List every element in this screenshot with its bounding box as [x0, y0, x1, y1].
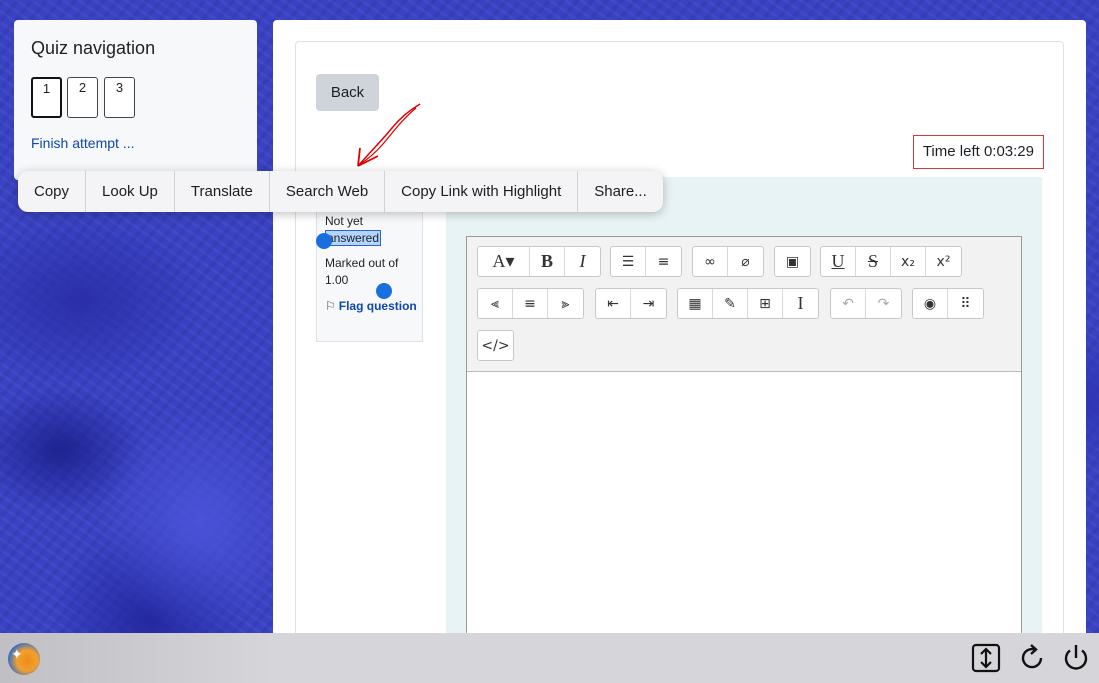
- menu-item-look-up[interactable]: Look Up: [86, 171, 175, 212]
- annotation-arrow-icon: [357, 103, 421, 167]
- status-text-selected: answered: [325, 230, 382, 246]
- toolbar-group-indent: ⇤ ⇥: [595, 288, 667, 319]
- editor-content-area[interactable]: [467, 373, 1021, 655]
- toolbar-group-history: ↶ ↷: [830, 288, 902, 319]
- resize-icon[interactable]: [971, 643, 1001, 673]
- editor-toolbar: A▾ B I ☰ ≡ ∞ ⌀ ▣ U S x₂ x² ⫷ ≡ ⫸ ⇤ ⇥ ▦ ✎…: [467, 237, 1021, 372]
- question-info: Not yet answered Marked out of 1.00 ⚐ Fla…: [316, 192, 423, 342]
- unordered-list-icon[interactable]: ☰: [611, 247, 646, 276]
- edit-icon[interactable]: ✎: [713, 289, 748, 318]
- question-formulation: A▾ B I ☰ ≡ ∞ ⌀ ▣ U S x₂ x² ⫷ ≡ ⫸ ⇤ ⇥ ▦ ✎…: [446, 177, 1042, 656]
- link-icon[interactable]: ∞: [693, 247, 728, 276]
- selection-start-handle[interactable]: [316, 233, 332, 249]
- reload-icon[interactable]: [1017, 643, 1047, 673]
- marked-out-of: Marked out of 1.00: [325, 256, 399, 287]
- toolbar-group-links: ∞ ⌀: [692, 246, 764, 277]
- toolbar-group-align: ⫷ ≡ ⫸: [477, 288, 584, 319]
- font-size-icon[interactable]: A▾: [478, 247, 530, 276]
- power-icon[interactable]: [1061, 643, 1091, 673]
- outdent-icon[interactable]: ⇤: [596, 289, 631, 318]
- toolbar-group-lists: ☰ ≡: [610, 246, 682, 277]
- toolbar-group-insert: ▦ ✎ ⊞ I: [677, 288, 819, 319]
- underline-icon[interactable]: U: [821, 247, 856, 276]
- superscript-icon[interactable]: x²: [926, 247, 961, 276]
- menu-item-copy[interactable]: Copy: [18, 171, 87, 212]
- align-left-icon[interactable]: ⫷: [478, 289, 513, 318]
- question-1-button[interactable]: 1: [31, 77, 62, 118]
- menu-item-translate[interactable]: Translate: [175, 171, 270, 212]
- indent-icon[interactable]: ⇥: [631, 289, 666, 318]
- undo-icon[interactable]: ↶: [831, 289, 866, 318]
- table-icon[interactable]: ⊞: [748, 289, 783, 318]
- flag-question-link[interactable]: ⚐ Flag question: [325, 298, 417, 315]
- text-selection-context-menu: Copy Look Up Translate Search Web Copy L…: [18, 171, 663, 212]
- toolbar-group-media: ▣: [774, 246, 811, 277]
- finish-attempt-link[interactable]: Finish attempt ...: [31, 135, 134, 151]
- timer: Time left 0:03:29: [912, 135, 1044, 169]
- subscript-icon[interactable]: x₂: [891, 247, 926, 276]
- flag-question-label: Flag question: [338, 299, 417, 313]
- calculator-icon[interactable]: ▦: [678, 289, 713, 318]
- strikethrough-icon[interactable]: S: [856, 247, 891, 276]
- menu-item-share[interactable]: Share...: [578, 171, 663, 212]
- question-2-button[interactable]: 2: [67, 77, 98, 118]
- bold-icon[interactable]: B: [530, 247, 565, 276]
- image-icon[interactable]: ▣: [775, 247, 810, 276]
- question-status: Not yet answered: [325, 213, 382, 247]
- align-center-icon[interactable]: ≡: [513, 289, 548, 318]
- toolbar-group-html: </>: [477, 330, 514, 361]
- rich-text-editor: A▾ B I ☰ ≡ ∞ ⌀ ▣ U S x₂ x² ⫷ ≡ ⫸ ⇤ ⇥ ▦ ✎…: [466, 236, 1022, 656]
- redo-icon[interactable]: ↷: [866, 289, 901, 318]
- question-3-button[interactable]: 3: [104, 77, 135, 118]
- menu-item-search-web[interactable]: Search Web: [270, 171, 386, 212]
- ordered-list-icon[interactable]: ≡: [646, 247, 681, 276]
- selection-end-handle[interactable]: [376, 283, 392, 299]
- cursor-icon[interactable]: I: [783, 289, 818, 318]
- unlink-icon[interactable]: ⌀: [728, 247, 763, 276]
- accessibility-icon[interactable]: ◉: [913, 289, 948, 318]
- menu-item-copy-link-with-highlight[interactable]: Copy Link with Highlight: [385, 171, 579, 212]
- quiz-navigation-block: Quiz navigation 1 2 3 Finish attempt ...: [14, 20, 257, 180]
- italic-icon[interactable]: I: [565, 247, 600, 276]
- braille-icon[interactable]: ⠿: [948, 289, 983, 318]
- quiz-navigation-title: Quiz navigation: [31, 38, 156, 58]
- align-right-icon[interactable]: ⫸: [548, 289, 583, 318]
- app-logo-icon[interactable]: ✦: [8, 643, 40, 675]
- status-text-line1: Not yet: [325, 214, 364, 228]
- flag-icon: ⚐: [325, 299, 336, 313]
- taskbar: ✦: [0, 633, 1099, 683]
- toolbar-group-format: U S x₂ x²: [820, 246, 962, 277]
- html-icon[interactable]: </>: [478, 331, 513, 360]
- toolbar-group-style: A▾ B I: [477, 246, 601, 277]
- toolbar-group-accessibility: ◉ ⠿: [912, 288, 984, 319]
